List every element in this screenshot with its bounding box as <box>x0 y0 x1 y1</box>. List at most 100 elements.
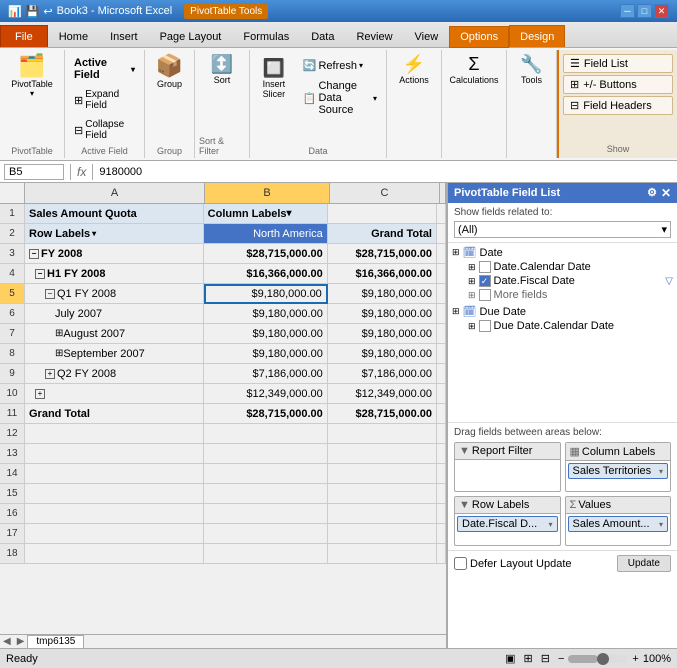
expand-row10[interactable]: + <box>35 389 45 399</box>
pivottable-button[interactable]: 🗂️ PivotTable ▾ <box>6 52 58 101</box>
formula-input[interactable] <box>99 166 673 178</box>
tab-design[interactable]: Design <box>509 25 565 47</box>
cell-b16[interactable] <box>204 504 328 524</box>
sort-button[interactable]: ↕️ Sort <box>203 52 241 88</box>
cell-b17[interactable] <box>204 524 328 544</box>
cell-ref-input[interactable] <box>4 164 64 180</box>
sheet-tab-tmp6135[interactable]: tmp6135 <box>27 635 84 649</box>
actions-button[interactable]: ⚡ Actions <box>394 52 434 88</box>
cell-c9[interactable]: $7,186,000.00 <box>328 364 437 384</box>
cell-b1[interactable]: Column Labels ▾ <box>204 204 328 224</box>
cell-a9[interactable]: +Q2 FY 2008 <box>25 364 204 384</box>
col-header-b[interactable]: B <box>205 183 330 203</box>
cell-a7[interactable]: ⊞ August 2007 <box>25 324 204 344</box>
cell-c15[interactable] <box>328 484 437 504</box>
cell-b7[interactable]: $9,180,000.00 <box>204 324 328 344</box>
cell-a15[interactable] <box>25 484 204 504</box>
refresh-button[interactable]: 🔄 Refresh ▾ <box>298 56 382 75</box>
maximize-button[interactable]: □ <box>637 4 652 18</box>
cell-c13[interactable] <box>328 444 437 464</box>
expand-fy2008[interactable]: − <box>29 249 39 259</box>
field-list-button[interactable]: ☰ Field List <box>563 54 673 73</box>
cell-c10[interactable]: $12,349,000.00 <box>328 384 437 404</box>
cell-b5[interactable]: $9,180,000.00 <box>204 284 328 304</box>
cell-b12[interactable] <box>204 424 328 444</box>
fiscal-date-checkbox[interactable]: ✓ <box>479 275 491 287</box>
expand-field-button[interactable]: ⊞ Expand Field <box>69 86 140 114</box>
close-button[interactable]: ✕ <box>654 4 669 18</box>
cell-c11[interactable]: $28,715,000.00 <box>328 404 437 424</box>
cell-a2[interactable]: Row Labels ▾ <box>25 224 204 244</box>
expand-q1[interactable]: − <box>45 289 55 299</box>
cell-b13[interactable] <box>204 444 328 464</box>
view-break-icon[interactable]: ⊟ <box>541 652 550 665</box>
cell-a3[interactable]: −FY 2008 <box>25 244 204 264</box>
defer-layout-checkbox[interactable]: Defer Layout Update <box>454 557 572 570</box>
calculations-button[interactable]: Σ Calculations <box>444 52 503 88</box>
view-layout-icon[interactable]: ⊞ <box>524 652 533 665</box>
expand-h1[interactable]: − <box>35 269 45 279</box>
update-button[interactable]: Update <box>617 555 671 572</box>
cell-b3[interactable]: $28,715,000.00 <box>204 244 328 264</box>
view-normal-icon[interactable]: ▣ <box>505 652 515 665</box>
cell-b2[interactable]: North America <box>204 224 328 244</box>
cell-a6[interactable]: July 2007 <box>25 304 204 324</box>
zoom-out-button[interactable]: − <box>558 653 564 665</box>
zoom-slider[interactable] <box>568 655 628 663</box>
date-fiscal-item[interactable]: Date.Fiscal D... ▾ <box>457 516 558 532</box>
col-header-c[interactable]: C <box>330 183 440 203</box>
zoom-in-button[interactable]: + <box>632 653 638 665</box>
cell-a8[interactable]: ⊞ September 2007 <box>25 344 204 364</box>
expand-q2[interactable]: + <box>45 369 55 379</box>
sales-amount-item[interactable]: Sales Amount... ▾ <box>568 516 669 532</box>
cell-a18[interactable] <box>25 544 204 564</box>
cell-b14[interactable] <box>204 464 328 484</box>
cell-c14[interactable] <box>328 464 437 484</box>
cell-c8[interactable]: $9,180,000.00 <box>328 344 437 364</box>
cell-a10[interactable]: + <box>25 384 204 404</box>
cell-a17[interactable] <box>25 524 204 544</box>
cell-c7[interactable]: $9,180,000.00 <box>328 324 437 344</box>
sales-territories-item[interactable]: Sales Territories ▾ <box>568 463 669 479</box>
collapse-field-button[interactable]: ⊟ Collapse Field <box>69 116 140 144</box>
cell-c5[interactable]: $9,180,000.00 <box>328 284 437 304</box>
sheet-nav-left[interactable]: ◀ <box>0 636 14 647</box>
cell-c1[interactable] <box>328 204 437 224</box>
tab-view[interactable]: View <box>404 25 450 47</box>
cell-a16[interactable] <box>25 504 204 524</box>
cell-a12[interactable] <box>25 424 204 444</box>
cell-c16[interactable] <box>328 504 437 524</box>
cell-a11[interactable]: Grand Total <box>25 404 204 424</box>
cell-a13[interactable] <box>25 444 204 464</box>
cell-b10[interactable]: $12,349,000.00 <box>204 384 328 404</box>
cell-c12[interactable] <box>328 424 437 444</box>
field-item-more-fields[interactable]: ⊞ More fields <box>450 288 675 302</box>
minimize-button[interactable]: ─ <box>620 4 635 18</box>
show-fields-dropdown[interactable]: (All) ▾ <box>454 221 671 238</box>
pivot-panel-close-button[interactable]: ✕ <box>661 186 671 200</box>
change-data-source-button[interactable]: 📋 Change Data Source ▾ <box>298 77 382 119</box>
cell-b9[interactable]: $7,186,000.00 <box>204 364 328 384</box>
tab-page-layout[interactable]: Page Layout <box>149 25 233 47</box>
cell-c17[interactable] <box>328 524 437 544</box>
group-button[interactable]: 📦 Group <box>151 52 189 92</box>
cell-b8[interactable]: $9,180,000.00 <box>204 344 328 364</box>
tab-review[interactable]: Review <box>345 25 403 47</box>
cell-c6[interactable]: $9,180,000.00 <box>328 304 437 324</box>
cell-c18[interactable] <box>328 544 437 564</box>
cell-b6[interactable]: $9,180,000.00 <box>204 304 328 324</box>
sheet-nav-right[interactable]: ▶ <box>14 636 28 647</box>
quick-access-undo[interactable]: ↩ <box>43 5 52 18</box>
cell-a14[interactable] <box>25 464 204 484</box>
tab-data[interactable]: Data <box>300 25 345 47</box>
zoom-slider-thumb[interactable] <box>597 653 609 665</box>
quick-access-save[interactable]: 💾 <box>26 5 40 18</box>
cell-a4[interactable]: −H1 FY 2008 <box>25 264 204 284</box>
field-headers-button[interactable]: ⊟ Field Headers <box>563 96 673 115</box>
field-item-due-date-calendar[interactable]: ⊞ Due Date.Calendar Date <box>450 319 675 333</box>
cell-b11[interactable]: $28,715,000.00 <box>204 404 328 424</box>
buttons-toggle[interactable]: ⊞ +/- Buttons <box>563 75 673 94</box>
cell-c3[interactable]: $28,715,000.00 <box>328 244 437 264</box>
cell-a1[interactable]: Sales Amount Quota <box>25 204 204 224</box>
cell-c2[interactable]: Grand Total <box>328 224 437 244</box>
